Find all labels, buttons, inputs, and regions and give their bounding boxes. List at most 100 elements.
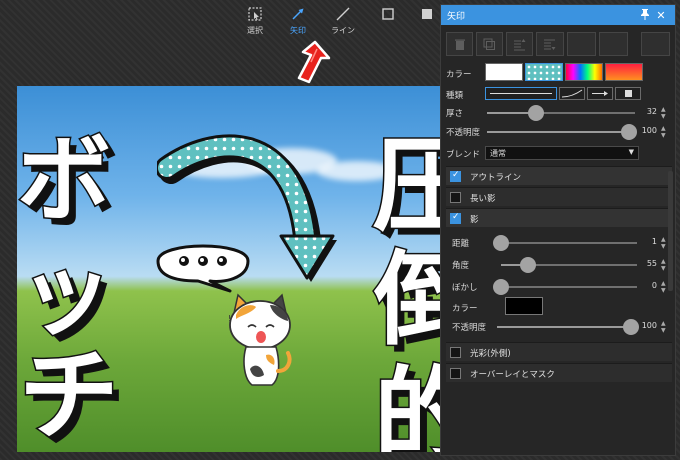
shadow-distance-slider[interactable]: [493, 235, 637, 251]
outline-label: アウトライン: [470, 173, 522, 183]
shadow-distance-knob[interactable]: [493, 235, 509, 251]
arrow-properties-panel: 矢印 ✕ カラー 種類 厚さ 32 ▲ ▼ 不透明度 100 ▲ ▼ ブレンド …: [440, 4, 676, 456]
blend-mode-select[interactable]: 通常 ▼: [485, 146, 639, 160]
shadow-opacity-stepper[interactable]: ▲ ▼: [661, 320, 666, 334]
editing-canvas[interactable]: ボ ッ チ 圧 倒 的 !: [17, 86, 507, 452]
color-swatch-gradient[interactable]: [605, 63, 643, 81]
left-char-3: チ: [18, 336, 121, 453]
send-backward-button[interactable]: [536, 32, 564, 56]
shadow-distance-stepper[interactable]: ▲ ▼: [661, 236, 666, 250]
thickness-value: 32: [646, 107, 657, 116]
bring-forward-icon: [514, 38, 526, 50]
svg-text:!: !: [228, 314, 231, 323]
tool-arrow-label: 矢印: [290, 26, 306, 35]
chevron-down-icon: ▼: [628, 148, 634, 156]
bring-forward-button[interactable]: [506, 32, 534, 56]
shadow-color-swatch[interactable]: [505, 297, 543, 315]
send-backward-icon: [544, 39, 556, 50]
shadow-angle-knob[interactable]: [520, 257, 537, 273]
shadow-distance-label: 距離: [452, 239, 470, 249]
overlay-mask-label: オーバーレイとマスク: [470, 370, 555, 380]
blend-row: ブレンド 通常 ▼: [441, 145, 675, 161]
shadow-opacity-row: 不透明度 100 ▲ ▼: [441, 318, 675, 335]
tool-select[interactable]: 選択: [236, 6, 274, 36]
action-buttons: [441, 25, 675, 61]
color-row: カラー: [441, 63, 675, 83]
shadow-checkbox[interactable]: [450, 212, 461, 224]
line-icon: [336, 7, 350, 21]
color-label: カラー: [446, 70, 472, 80]
delete-button[interactable]: [446, 32, 474, 56]
type-curve-line[interactable]: [559, 87, 585, 100]
color-swatch-white[interactable]: [485, 63, 523, 81]
shadow-distance-row: 距離 1 ▲ ▼: [441, 234, 675, 251]
section-shadow[interactable]: 影: [446, 208, 672, 227]
type-straight-line[interactable]: [485, 87, 557, 100]
tool-arrow[interactable]: 矢印: [279, 6, 317, 36]
opacity-slider[interactable]: [487, 124, 638, 140]
close-icon[interactable]: ✕: [653, 9, 669, 22]
shadow-blur-knob[interactable]: [493, 279, 509, 295]
square-end-preview: [625, 90, 632, 97]
color-swatch-rainbow[interactable]: [565, 63, 603, 81]
align-button[interactable]: [566, 32, 596, 56]
duplicate-button[interactable]: [476, 32, 504, 56]
section-long-shadow[interactable]: 長い影: [446, 187, 672, 206]
thickness-slider-knob[interactable]: [527, 105, 544, 121]
more-button[interactable]: [641, 32, 671, 56]
straight-line-preview: [490, 93, 552, 94]
type-square-end[interactable]: [615, 87, 641, 100]
opacity-row: 不透明度 100 ▲ ▼: [441, 123, 675, 140]
shadow-angle-slider[interactable]: [501, 257, 637, 273]
type-arrow-head[interactable]: [587, 87, 613, 100]
thickness-slider[interactable]: [487, 105, 635, 121]
shadow-blur-label: ぼかし: [452, 283, 478, 293]
thickness-stepper[interactable]: ▲ ▼: [661, 106, 666, 120]
duplicate-icon: [483, 38, 496, 50]
shadow-opacity-slider[interactable]: [497, 319, 640, 335]
opacity-slider-knob[interactable]: [621, 124, 638, 140]
opacity-stepper[interactable]: ▲ ▼: [661, 125, 666, 139]
shadow-angle-stepper[interactable]: ▲ ▼: [661, 258, 666, 272]
shadow-opacity-label: 不透明度: [452, 323, 487, 333]
color-swatch-dots[interactable]: [525, 63, 563, 81]
shadow-angle-value: 55: [646, 259, 657, 268]
outline-checkbox[interactable]: [450, 170, 461, 182]
blend-label: ブレンド: [446, 150, 481, 160]
section-overlay-mask[interactable]: オーバーレイとマスク: [446, 363, 672, 382]
distribute-button[interactable]: [598, 32, 628, 56]
tool-rectangle[interactable]: [369, 6, 407, 22]
opacity-label: 不透明度: [446, 128, 481, 138]
trash-icon: [454, 39, 465, 50]
panel-title: 矢印: [447, 11, 466, 22]
tool-line[interactable]: ライン: [324, 6, 362, 36]
outer-glow-label: 光彩(外側): [470, 349, 511, 359]
opacity-value: 100: [641, 126, 657, 135]
panel-titlebar[interactable]: 矢印 ✕: [441, 5, 675, 25]
selection-icon: [248, 7, 262, 21]
filled-rectangle-icon: [422, 9, 432, 19]
type-row: 種類: [441, 87, 675, 103]
shadow-opacity-value: 100: [641, 321, 657, 330]
arrow-icon: [292, 8, 304, 20]
panel-scrollbar[interactable]: [668, 171, 673, 291]
tool-line-label: ライン: [331, 26, 355, 35]
tool-select-label: 選択: [247, 26, 263, 35]
shadow-label: 影: [470, 215, 479, 225]
calico-cat-sticker[interactable]: !: [222, 291, 302, 391]
pin-icon[interactable]: [637, 8, 653, 23]
shadow-blur-stepper[interactable]: ▲ ▼: [661, 280, 666, 294]
speech-bubble[interactable]: [150, 231, 256, 293]
long-shadow-checkbox[interactable]: [450, 192, 461, 203]
curve-icon: [561, 89, 583, 98]
rectangle-icon: [382, 8, 394, 20]
shadow-blur-slider[interactable]: [493, 279, 637, 295]
section-outer-glow[interactable]: 光彩(外側): [446, 342, 672, 361]
shadow-angle-row: 角度 55 ▲ ▼: [441, 256, 675, 273]
shadow-blur-row: ぼかし 0 ▲ ▼: [441, 278, 675, 295]
type-label: 種類: [446, 91, 464, 101]
blend-mode-value: 通常: [490, 149, 506, 158]
section-outline[interactable]: アウトライン: [446, 166, 672, 185]
overlay-mask-checkbox[interactable]: [450, 368, 461, 379]
outer-glow-checkbox[interactable]: [450, 347, 461, 358]
